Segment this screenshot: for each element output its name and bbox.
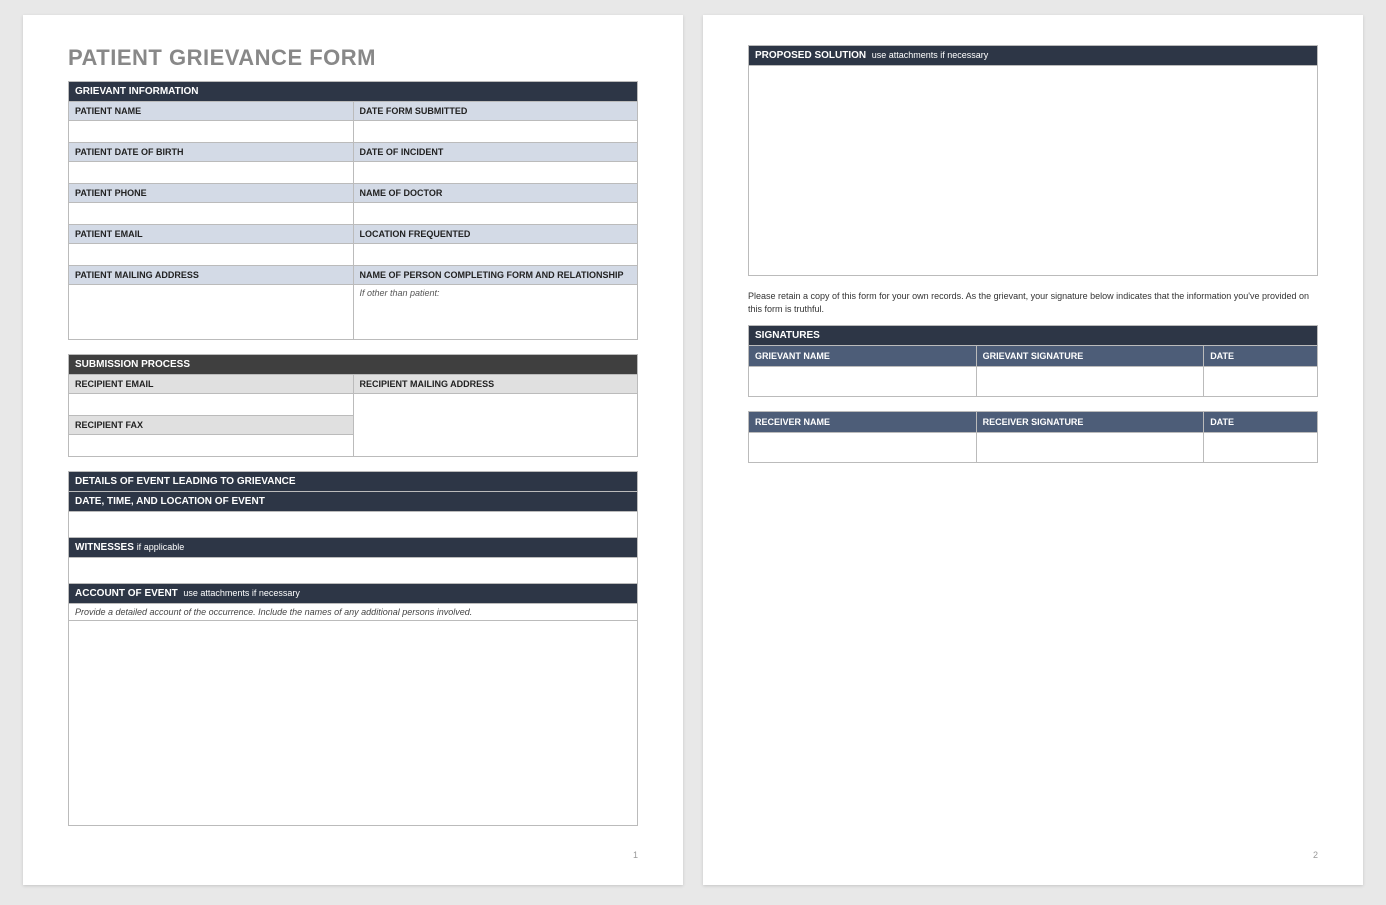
label-receiver-name: RECEIVER NAME [749,412,977,433]
submission-header: SUBMISSION PROCESS [69,355,638,375]
input-grievant-sig[interactable] [976,367,1204,397]
input-receiver-date[interactable] [1204,433,1318,463]
label-email: PATIENT EMAIL [69,225,354,244]
label-phone: PATIENT PHONE [69,184,354,203]
input-dob[interactable] [69,162,354,184]
retain-note: Please retain a copy of this form for yo… [748,290,1318,315]
label-witnesses: WITNESSES if applicable [69,538,638,558]
label-dob: PATIENT DATE OF BIRTH [69,143,354,162]
input-receiver-sig[interactable] [976,433,1204,463]
receiver-table: RECEIVER NAME RECEIVER SIGNATURE DATE [748,411,1318,463]
input-mailing[interactable] [69,285,354,340]
input-recipient-mailing[interactable] [353,394,638,457]
input-grievant-date[interactable] [1204,367,1318,397]
page-2: PROPOSED SOLUTION use attachments if nec… [703,15,1363,885]
label-completer: NAME OF PERSON COMPLETING FORM AND RELAT… [353,266,638,285]
page-number-1: 1 [633,850,638,860]
form-title: PATIENT GRIEVANCE FORM [68,45,638,71]
submission-table: SUBMISSION PROCESS RECIPIENT EMAIL RECIP… [68,354,638,457]
label-recipient-mailing: RECIPIENT MAILING ADDRESS [353,375,638,394]
input-date-submitted[interactable] [353,121,638,143]
label-patient-name: PATIENT NAME [69,102,354,121]
solution-table: PROPOSED SOLUTION use attachments if nec… [748,45,1318,276]
signatures-header: SIGNATURES [749,326,1318,346]
label-location: LOCATION FREQUENTED [353,225,638,244]
grievant-info-table: GRIEVANT INFORMATION PATIENT NAME DATE F… [68,81,638,340]
label-grievant-date: DATE [1204,346,1318,367]
input-receiver-name[interactable] [749,433,977,463]
input-doctor[interactable] [353,203,638,225]
input-recipient-email[interactable] [69,394,354,416]
input-solution[interactable] [749,66,1318,276]
input-incident-date[interactable] [353,162,638,184]
details-header: DETAILS OF EVENT LEADING TO GRIEVANCE [69,472,638,492]
input-phone[interactable] [69,203,354,225]
label-recipient-email: RECIPIENT EMAIL [69,375,354,394]
input-completer[interactable]: If other than patient: [353,285,638,340]
account-hint: Provide a detailed account of the occurr… [69,604,638,621]
label-solution: PROPOSED SOLUTION use attachments if nec… [749,46,1318,66]
label-receiver-date: DATE [1204,412,1318,433]
label-datetime: DATE, TIME, AND LOCATION OF EVENT [69,492,638,512]
input-witnesses[interactable] [69,558,638,584]
label-account: ACCOUNT OF EVENT use attachments if nece… [69,584,638,604]
input-email[interactable] [69,244,354,266]
label-receiver-sig: RECEIVER SIGNATURE [976,412,1204,433]
label-recipient-fax: RECIPIENT FAX [69,416,354,435]
input-grievant-name[interactable] [749,367,977,397]
grievant-header: GRIEVANT INFORMATION [69,82,638,102]
label-mailing: PATIENT MAILING ADDRESS [69,266,354,285]
page-1: PATIENT GRIEVANCE FORM GRIEVANT INFORMAT… [23,15,683,885]
input-datetime[interactable] [69,512,638,538]
signatures-table: SIGNATURES GRIEVANT NAME GRIEVANT SIGNAT… [748,325,1318,397]
label-incident-date: DATE OF INCIDENT [353,143,638,162]
input-account[interactable] [69,621,638,826]
label-date-submitted: DATE FORM SUBMITTED [353,102,638,121]
details-table: DETAILS OF EVENT LEADING TO GRIEVANCE DA… [68,471,638,826]
input-recipient-fax[interactable] [69,435,354,457]
label-doctor: NAME OF DOCTOR [353,184,638,203]
input-location[interactable] [353,244,638,266]
page-number-2: 2 [1313,850,1318,860]
input-patient-name[interactable] [69,121,354,143]
label-grievant-sig: GRIEVANT SIGNATURE [976,346,1204,367]
label-grievant-name: GRIEVANT NAME [749,346,977,367]
